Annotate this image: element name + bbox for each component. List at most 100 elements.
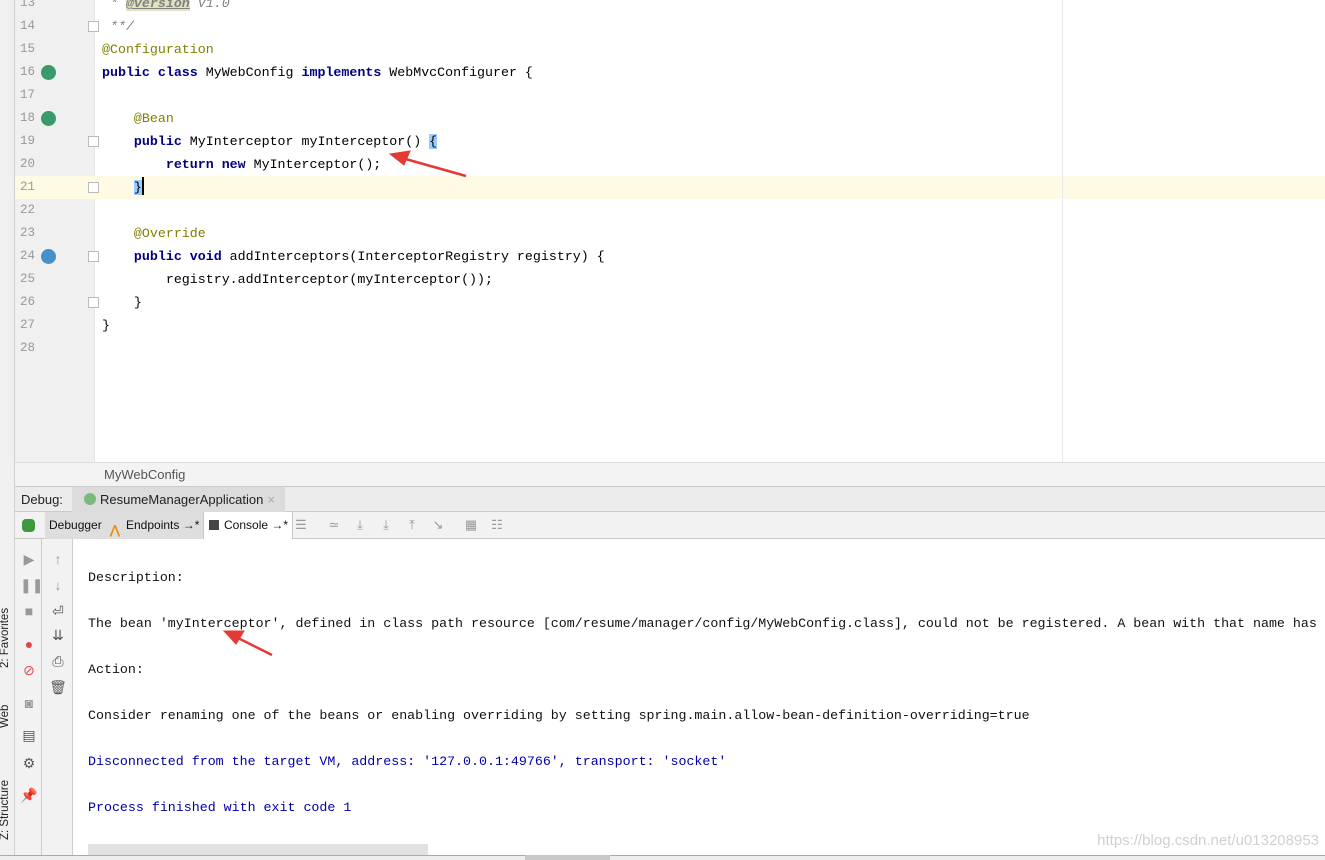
- code-text: public void addInterceptors(InterceptorR…: [102, 245, 605, 268]
- side-tool-tabs: 2: Favorites Web Z: Structure: [0, 600, 14, 850]
- code-text: return new MyInterceptor();: [102, 153, 381, 176]
- line-number: 24: [20, 249, 36, 263]
- code-line[interactable]: 21 }: [15, 176, 1325, 199]
- code-line[interactable]: 24 public void addInterceptors(Intercept…: [15, 245, 1325, 268]
- code-token: public: [102, 134, 190, 149]
- code-line[interactable]: 25 registry.addInterceptor(myInterceptor…: [15, 268, 1325, 291]
- layout-icon[interactable]: ▤: [20, 726, 38, 744]
- code-token: V1.0: [189, 0, 230, 11]
- spring-bean-class-icon[interactable]: [41, 65, 56, 80]
- line-number: 16: [20, 65, 36, 79]
- up-arrow-icon[interactable]: ↑: [49, 550, 67, 568]
- menu-lines-icon[interactable]: ☰: [293, 517, 309, 533]
- code-text: public class MyWebConfig implements WebM…: [102, 61, 533, 84]
- code-token: public void: [102, 249, 230, 264]
- console-icon: [209, 520, 219, 530]
- breadcrumb[interactable]: MyWebConfig: [15, 462, 1325, 486]
- down-arrow-icon[interactable]: ↓: [49, 576, 67, 594]
- console-line: Description:: [88, 570, 184, 585]
- scroll-to-end-icon[interactable]: ⇊: [49, 626, 67, 644]
- step-into-icon[interactable]: ⤓: [378, 517, 394, 533]
- debug-session-tab[interactable]: ResumeManagerApplication ×: [72, 487, 285, 512]
- code-text: public MyInterceptor myInterceptor() {: [102, 130, 438, 153]
- mute-breakpoints-icon[interactable]: ⊘: [20, 661, 38, 679]
- code-token: }: [102, 318, 110, 333]
- code-token: public class: [102, 65, 206, 80]
- evaluate-expression-icon[interactable]: ▦: [463, 517, 479, 533]
- code-token: @Bean: [102, 111, 174, 126]
- spring-bean-method-icon[interactable]: [41, 111, 56, 126]
- line-number: 14: [20, 19, 36, 33]
- code-line[interactable]: 28: [15, 337, 1325, 360]
- code-line[interactable]: 26 }: [15, 291, 1325, 314]
- code-token: @Override: [102, 226, 206, 241]
- code-line[interactable]: 19 public MyInterceptor myInterceptor() …: [15, 130, 1325, 153]
- stop-icon[interactable]: ■: [20, 602, 38, 620]
- trash-icon[interactable]: 🗑: [49, 678, 67, 696]
- resume-icon[interactable]: ▶: [20, 550, 38, 568]
- code-editor[interactable]: 13 * @version V1.0 14 **/15 @Configuration…: [15, 0, 1325, 462]
- debug-actions-column: ▶ ❚❚ ■ ● ⊘ ◙ ▤ ⚙ 📌: [15, 539, 43, 855]
- trace-icon[interactable]: ☷: [489, 517, 505, 533]
- code-line[interactable]: 22: [15, 199, 1325, 222]
- tab-debugger[interactable]: Debugger: [45, 512, 107, 539]
- tab-endpoints[interactable]: ⋀ Endpoints →*: [106, 512, 205, 539]
- code-line[interactable]: 27}: [15, 314, 1325, 337]
- code-token: MyInterceptor myInterceptor(): [189, 134, 430, 149]
- code-line[interactable]: 14 **/: [15, 15, 1325, 38]
- line-number: 25: [20, 272, 36, 286]
- status-bar-scroll-thumb[interactable]: [525, 855, 610, 860]
- code-line[interactable]: 15 @Configuration: [15, 38, 1325, 61]
- console-line: Action:: [88, 662, 144, 677]
- line-number: 17: [20, 88, 36, 102]
- step-over-icon[interactable]: ⤓: [352, 517, 368, 533]
- gear-icon[interactable]: ⚙: [20, 754, 38, 772]
- close-icon[interactable]: ×: [267, 492, 275, 507]
- camera-icon[interactable]: ◙: [20, 694, 38, 712]
- console-output[interactable]: Description: The bean 'myInterceptor', de…: [73, 539, 1325, 855]
- pin-icon[interactable]: 📌: [20, 786, 38, 804]
- override-method-icon[interactable]: [41, 249, 56, 264]
- code-line[interactable]: 13 * @version V1.0: [15, 0, 1325, 15]
- code-text: @Configuration: [102, 38, 214, 61]
- line-number: 26: [20, 295, 36, 309]
- run-to-cursor-icon[interactable]: ↘: [430, 517, 446, 533]
- soft-wrap-icon[interactable]: ⏎: [49, 602, 67, 620]
- code-line[interactable]: 16 public class MyWebConfig implements We…: [15, 61, 1325, 84]
- code-token: implements: [301, 65, 390, 80]
- web-tab[interactable]: Web: [0, 705, 11, 728]
- code-text: * @version V1.0: [102, 0, 230, 15]
- code-token: MyInterceptor();: [253, 157, 382, 172]
- line-number: 28: [20, 341, 36, 355]
- view-breakpoints-icon[interactable]: ●: [20, 635, 38, 653]
- console-line: Process finished with exit code 1: [88, 800, 352, 815]
- code-line[interactable]: 17: [15, 84, 1325, 107]
- fold-icon[interactable]: [88, 136, 99, 147]
- fold-icon[interactable]: [88, 251, 99, 262]
- pause-icon[interactable]: ❚❚: [20, 576, 43, 594]
- horizontal-scrollbar[interactable]: [88, 844, 428, 855]
- print-icon[interactable]: ⎙: [49, 652, 67, 670]
- code-token: {: [429, 134, 438, 149]
- debug-toolbar: Debugger ⋀ Endpoints →* Console →* ☰ ≃ ⤓ …: [15, 512, 1325, 539]
- step-out-icon[interactable]: ⤒: [404, 517, 420, 533]
- fold-icon[interactable]: [88, 297, 99, 308]
- debug-bug-icon: [22, 519, 35, 532]
- tab-console[interactable]: Console →*: [204, 512, 294, 539]
- code-text: }: [102, 291, 142, 314]
- fold-icon[interactable]: [88, 21, 99, 32]
- code-text: **/: [102, 15, 134, 38]
- show-execution-point-icon[interactable]: ≃: [326, 517, 342, 533]
- line-number: 27: [20, 318, 36, 332]
- debug-bar: Debug: ResumeManagerApplication ×: [15, 486, 1325, 512]
- fold-icon[interactable]: [88, 182, 99, 193]
- code-line[interactable]: 20 return new MyInterceptor();: [15, 153, 1325, 176]
- favorites-tab[interactable]: 2: Favorites: [0, 608, 11, 668]
- structure-tab[interactable]: Z: Structure: [0, 780, 11, 840]
- line-number: 13: [20, 0, 36, 10]
- code-token: addInterceptors(InterceptorRegistry regi…: [229, 249, 605, 264]
- code-text: registry.addInterceptor(myInterceptor())…: [102, 268, 493, 291]
- code-line[interactable]: 23 @Override: [15, 222, 1325, 245]
- watermark: https://blog.csdn.net/u013208953: [1097, 832, 1319, 849]
- code-line[interactable]: 18 @Bean: [15, 107, 1325, 130]
